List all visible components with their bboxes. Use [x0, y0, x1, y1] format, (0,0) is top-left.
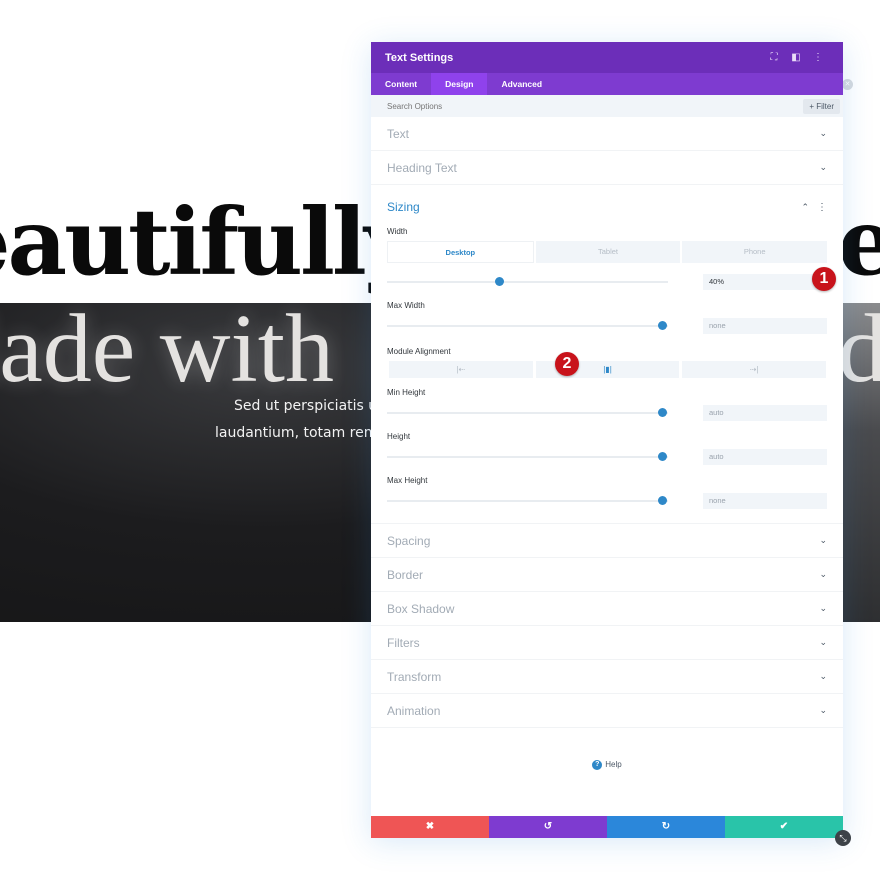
- section-heading-text[interactable]: Heading Text ⌄: [371, 151, 843, 185]
- device-tab-tablet[interactable]: Tablet: [535, 241, 681, 263]
- section-title: Text: [387, 126, 410, 141]
- section-title: Sizing: [387, 200, 420, 214]
- panel-tabs: Content Design Advanced: [371, 73, 843, 95]
- min-height-value-input[interactable]: [703, 405, 827, 421]
- width-slider-row: [371, 269, 843, 295]
- chevron-down-icon: ⌄: [819, 603, 827, 613]
- split-view-icon[interactable]: ◧: [785, 52, 807, 63]
- help-label: Help: [605, 760, 622, 770]
- min-height-slider[interactable]: [387, 408, 668, 417]
- device-tabs: Desktop Tablet Phone: [387, 241, 828, 263]
- max-height-slider[interactable]: [387, 495, 668, 505]
- text-settings-panel: Text Settings ⛶ ◧ ⋮ Content Design Advan…: [371, 42, 843, 838]
- hero-headline-line1: eautifully: [0, 188, 417, 296]
- align-right-button[interactable]: ⇢|: [682, 361, 827, 378]
- panel-header[interactable]: Text Settings ⛶ ◧ ⋮: [371, 42, 843, 73]
- hero-headline-line2: lade with: [0, 295, 334, 403]
- annotation-badge-1: 1: [812, 267, 836, 291]
- hero-body-line2: laudantium, totam rem a: [215, 425, 391, 441]
- align-left-button[interactable]: |⇠: [389, 361, 533, 378]
- help-icon: ?: [592, 760, 603, 770]
- tab-advanced[interactable]: Advanced: [487, 73, 556, 95]
- chevron-up-icon[interactable]: ⌃: [801, 202, 809, 213]
- max-height-value-input[interactable]: [703, 492, 827, 509]
- hero-headline-line1-right: eb: [838, 188, 880, 296]
- search-input[interactable]: [387, 101, 804, 111]
- slider-handle[interactable]: [657, 321, 667, 330]
- section-title: Filters: [387, 635, 420, 650]
- panel-footer: ✖ ↺ ↻ ✔: [371, 816, 843, 838]
- min-height-slider-row: [371, 400, 843, 426]
- section-filters[interactable]: Filters ⌄: [371, 626, 843, 660]
- hero-headline-line2-right: di: [838, 295, 880, 403]
- width-slider[interactable]: [387, 277, 668, 286]
- chevron-down-icon: ⌄: [819, 128, 827, 138]
- height-slider-row: [371, 444, 843, 470]
- module-alignment-options: |⇠ |▮| ⇢|: [389, 361, 827, 378]
- section-title: Box Shadow: [387, 601, 455, 616]
- section-border[interactable]: Border ⌄: [371, 558, 843, 592]
- max-width-value-input[interactable]: [703, 318, 827, 334]
- panel-title: Text Settings: [385, 51, 454, 64]
- section-title: Animation: [387, 703, 441, 718]
- section-box-shadow[interactable]: Box Shadow ⌄: [371, 592, 843, 626]
- close-float-icon[interactable]: ✕: [842, 79, 853, 90]
- min-height-label: Min Height: [387, 388, 426, 397]
- max-height-label: Max Height: [387, 476, 428, 485]
- slider-handle[interactable]: [657, 495, 667, 505]
- device-tab-desktop[interactable]: Desktop: [387, 241, 534, 263]
- annotation-badge-2: 2: [555, 352, 579, 376]
- slider-handle[interactable]: [494, 277, 504, 286]
- redo-button[interactable]: ↻: [607, 816, 725, 838]
- width-value-input[interactable]: [703, 274, 827, 290]
- width-label: Width: [387, 227, 408, 236]
- tab-design[interactable]: Design: [431, 73, 488, 95]
- section-title: Transform: [387, 669, 442, 684]
- stage: eautifully eb lade with di Sed ut perspi…: [0, 0, 880, 874]
- chevron-down-icon: ⌄: [819, 162, 827, 172]
- section-title: Border: [387, 567, 424, 582]
- max-width-label: Max Width: [387, 301, 425, 310]
- fullscreen-icon[interactable]: ⛶: [763, 52, 785, 63]
- section-spacing[interactable]: Spacing ⌄: [371, 524, 843, 558]
- section-transform[interactable]: Transform ⌄: [371, 660, 843, 694]
- filter-button[interactable]: + Filter: [803, 98, 840, 114]
- tab-content[interactable]: Content: [371, 73, 431, 95]
- slider-handle[interactable]: [657, 408, 667, 417]
- max-width-slider-row: [371, 313, 843, 339]
- chevron-down-icon: ⌄: [819, 671, 827, 681]
- chevron-down-icon: ⌄: [819, 705, 827, 715]
- device-tab-phone[interactable]: Phone: [682, 241, 828, 263]
- resize-handle-icon[interactable]: ⤡: [835, 830, 851, 846]
- section-title: Heading Text: [387, 160, 457, 175]
- save-button[interactable]: ✔: [725, 816, 843, 838]
- section-options-icon[interactable]: ⋮: [817, 202, 827, 213]
- height-label: Height: [387, 432, 411, 441]
- align-right-icon: ⇢|: [749, 365, 759, 374]
- align-left-icon: |⇠: [456, 365, 466, 374]
- chevron-down-icon: ⌄: [819, 535, 827, 545]
- more-options-icon[interactable]: ⋮: [807, 52, 829, 63]
- section-text[interactable]: Text ⌄: [371, 117, 843, 151]
- slider-handle[interactable]: [657, 452, 667, 461]
- section-sizing-header[interactable]: Sizing ⌃ ⋮: [371, 189, 843, 225]
- help-link[interactable]: ? Help: [371, 760, 843, 770]
- max-width-slider[interactable]: [387, 321, 668, 330]
- align-center-icon: |▮|: [603, 365, 612, 374]
- max-height-slider-row: [371, 488, 843, 524]
- chevron-down-icon: ⌄: [819, 637, 827, 647]
- undo-button[interactable]: ↺: [489, 816, 607, 838]
- height-value-input[interactable]: [703, 449, 827, 465]
- search-bar: + Filter: [371, 95, 843, 117]
- chevron-down-icon: ⌄: [819, 569, 827, 579]
- section-title: Spacing: [387, 533, 431, 548]
- module-alignment-label: Module Alignment: [387, 347, 451, 356]
- section-animation[interactable]: Animation ⌄: [371, 694, 843, 728]
- cancel-button[interactable]: ✖: [371, 816, 489, 838]
- height-slider[interactable]: [387, 452, 668, 461]
